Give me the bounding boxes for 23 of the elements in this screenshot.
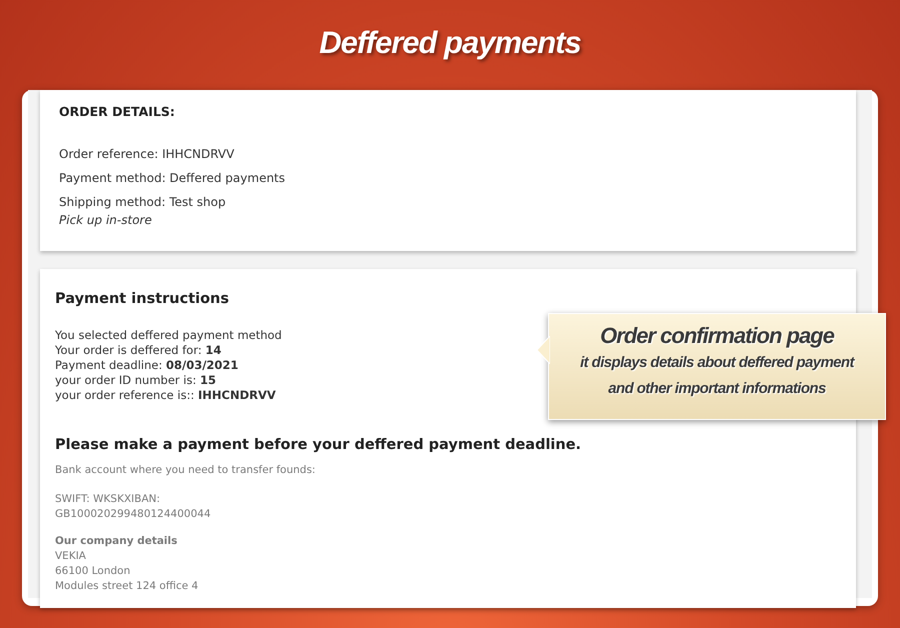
instruction-line: your order reference is:: IHHCNDRVV — [55, 388, 276, 404]
callout-text: and other important informations — [607, 379, 827, 399]
section-heading: Payment instructions — [55, 291, 230, 308]
company-heading: Our company details — [55, 534, 178, 550]
detail-line: Order reference: IHHCNDRVV — [59, 146, 234, 163]
detail-line: Shipping method: Test shop — [59, 194, 226, 211]
callout-title: Order confirmation page — [599, 322, 836, 350]
bank-line: GB100020299480124400044 — [55, 507, 211, 522]
shipping-note: Pick up in-store — [59, 212, 152, 229]
bank-line: SWIFT: WKSKXIBAN: — [55, 492, 160, 508]
instruction-line: Your order is deffered for: 14 — [55, 343, 222, 358]
bank-intro: Bank account where you need to transfer founds: — [55, 463, 316, 478]
instruction-line: Payment deadline: 08/03/2021 — [55, 358, 238, 374]
callout-text: it displays details about deffered payment — [579, 353, 856, 373]
company-line: 66100 London — [55, 564, 130, 580]
notice-heading: Please make a payment before your deffered payment deadline. — [55, 436, 582, 456]
section-heading: ORDER DETAILS: — [59, 104, 176, 119]
banner-title: Deffered payments — [318, 24, 582, 62]
company-line: VEKIA — [55, 549, 86, 564]
instruction-line: You selected deffered payment method — [55, 328, 282, 344]
company-line: Modules street 124 office 4 — [55, 579, 198, 594]
instruction-line: your order ID number is: 15 — [55, 373, 216, 388]
detail-line: Payment method: Deffered payments — [59, 170, 286, 187]
